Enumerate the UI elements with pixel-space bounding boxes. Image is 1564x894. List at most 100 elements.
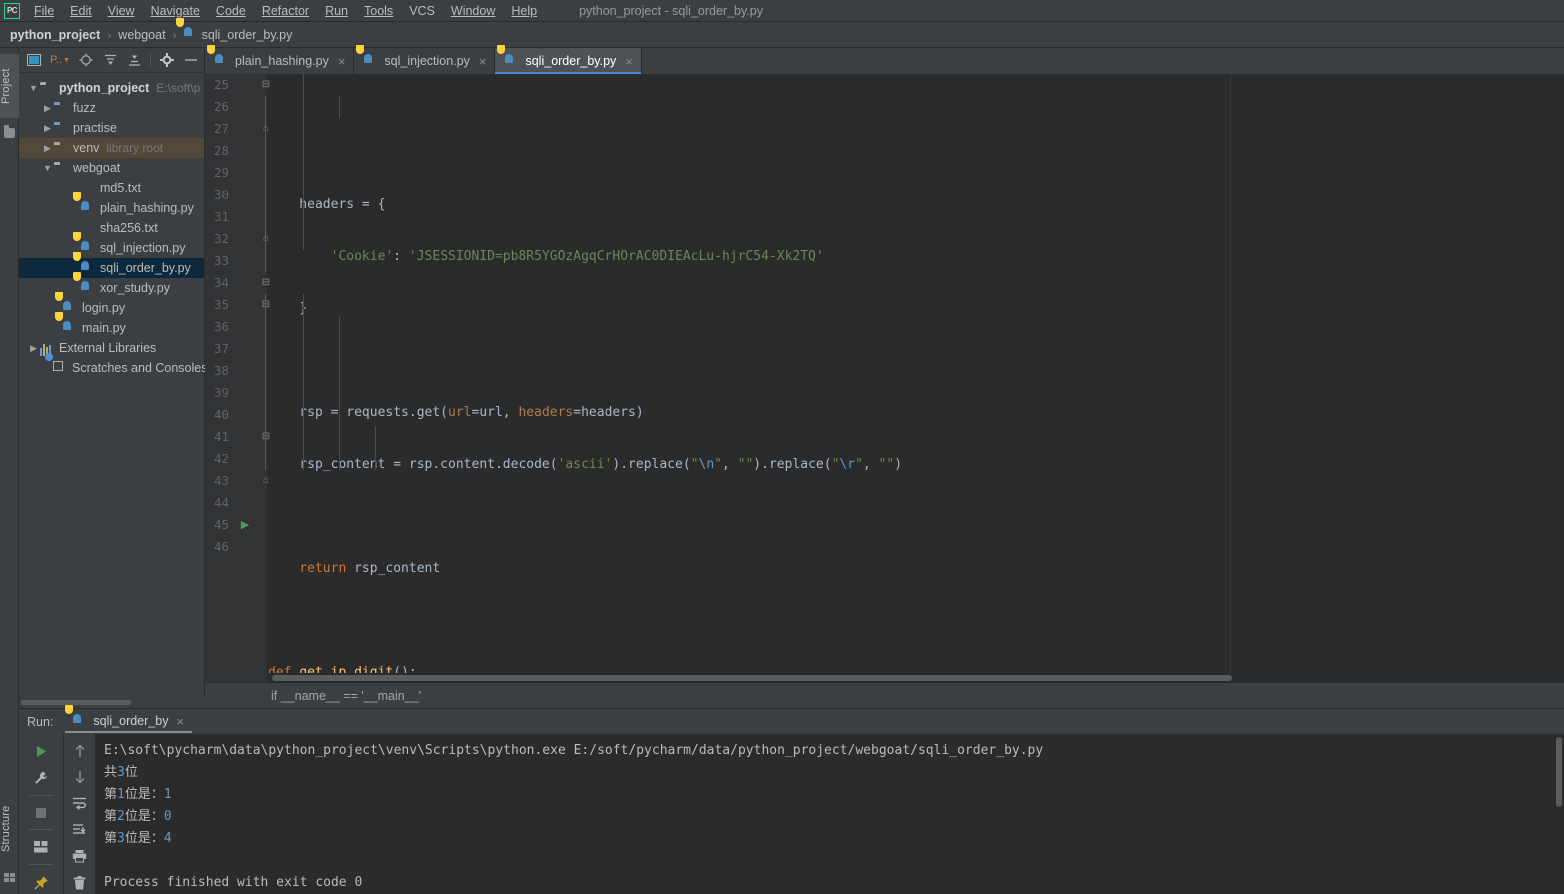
chevron-right-icon[interactable]: ▶ bbox=[41, 143, 54, 154]
tree-item-login-py[interactable]: login.py bbox=[19, 291, 204, 318]
console-line: 第3位是：4 bbox=[104, 831, 172, 846]
down-arrow-button[interactable] bbox=[67, 766, 93, 788]
tree-item-label: xor_study.py bbox=[100, 281, 170, 295]
close-icon[interactable]: × bbox=[338, 54, 346, 69]
breadcrumb-folder[interactable]: webgoat bbox=[118, 28, 165, 42]
line-number: 34 bbox=[213, 275, 229, 290]
tree-item-xor-study-py[interactable]: xor_study.py bbox=[19, 271, 204, 298]
stop-button[interactable] bbox=[28, 801, 54, 825]
code-text[interactable]: headers = { 'Cookie': 'JSESSIONID=pb8R5Y… bbox=[267, 74, 1564, 682]
console-vertical-scrollbar[interactable] bbox=[1554, 734, 1564, 894]
menu-tools[interactable]: Tools bbox=[356, 2, 401, 20]
menu-run[interactable]: Run bbox=[317, 2, 356, 20]
editor-tab-sql-injection[interactable]: sql_injection.py × bbox=[354, 44, 496, 74]
tree-item-plain-hashing-py[interactable]: plain_hashing.py bbox=[19, 191, 204, 218]
project-scope-label: P.. bbox=[50, 54, 63, 66]
tree-item-fuzz[interactable]: ▶ fuzz bbox=[19, 98, 204, 118]
tree-item-webgoat[interactable]: ▼ webgoat bbox=[19, 158, 204, 178]
tree-item-sqli-order-by-py[interactable]: sqli_order_by.py bbox=[19, 251, 204, 278]
close-icon[interactable]: × bbox=[479, 54, 487, 69]
menu-refactor[interactable]: Refactor bbox=[254, 2, 317, 20]
menu-code[interactable]: Code bbox=[208, 2, 254, 20]
code-line: } bbox=[268, 301, 308, 316]
line-number: 32 bbox=[213, 231, 229, 246]
editor-gutter[interactable]: 25 26 27 28 29 30 31 32 33 34 35 36 37 3… bbox=[205, 74, 270, 682]
tree-item-sha256-txt[interactable]: sha256.txt bbox=[19, 218, 204, 238]
python-file-icon bbox=[55, 291, 78, 316]
close-icon[interactable]: × bbox=[625, 54, 633, 69]
tree-item-md5-txt[interactable]: md5.txt bbox=[19, 178, 204, 198]
editor-horizontal-scrollbar[interactable] bbox=[267, 673, 1564, 682]
collapse-all-icon[interactable] bbox=[123, 50, 145, 70]
pin-tab-button[interactable] bbox=[28, 870, 54, 894]
edit-configurations-button[interactable] bbox=[28, 766, 54, 790]
menu-file[interactable]: File bbox=[26, 2, 62, 20]
line-number: 29 bbox=[213, 165, 229, 180]
tool-window-button-structure[interactable]: Structure bbox=[0, 793, 19, 865]
editor-tab-plain-hashing[interactable]: plain_hashing.py × bbox=[205, 44, 355, 74]
line-number: 42 bbox=[213, 451, 229, 466]
breadcrumb-file[interactable]: sqli_order_by.py bbox=[175, 18, 292, 42]
chevron-down-icon[interactable]: ▼ bbox=[27, 83, 40, 93]
locate-file-icon[interactable] bbox=[75, 50, 97, 70]
run-configuration-tab[interactable]: sqli_order_by × bbox=[65, 704, 192, 733]
restore-layout-button[interactable] bbox=[28, 835, 54, 859]
tree-item-python-project[interactable]: ▼ python_project E:\soft\p bbox=[19, 78, 204, 98]
editor-tab-sqli-order-by[interactable]: sqli_order_by.py × bbox=[495, 44, 642, 74]
expand-all-icon[interactable] bbox=[99, 50, 121, 70]
menu-view[interactable]: View bbox=[100, 2, 143, 20]
text-file-icon bbox=[81, 221, 96, 236]
console-line: E:\soft\pycharm\data\python_project\venv… bbox=[104, 743, 1044, 758]
menu-window[interactable]: Window bbox=[443, 2, 503, 20]
menu-view-label: View bbox=[107, 3, 135, 18]
pycharm-logo-icon: PC bbox=[4, 2, 20, 19]
chevron-right-icon[interactable]: ▶ bbox=[27, 343, 40, 354]
editor-breadcrumb-bar: if __name__ == '__main__' bbox=[205, 682, 1564, 708]
close-icon[interactable]: × bbox=[176, 714, 184, 729]
tree-item-practise[interactable]: ▶ practise bbox=[19, 118, 204, 138]
cookie-string: 'JSESSIONID=pb8R5YGOzAgqCrHOrAC0DIEAcLu-… bbox=[408, 249, 824, 264]
tree-item-venv[interactable]: ▶ venv library root bbox=[19, 138, 204, 158]
run-gutter-icon[interactable]: ▶ bbox=[238, 514, 252, 536]
chevron-right-icon[interactable]: ▶ bbox=[41, 103, 54, 114]
menu-refactor-label: Refactor bbox=[261, 3, 310, 18]
menu-navigate-label: Navigate bbox=[150, 3, 200, 18]
tool-window-button-project[interactable]: Project bbox=[0, 54, 19, 118]
print-button[interactable] bbox=[67, 845, 93, 867]
tree-item-sql-injection-py[interactable]: sql_injection.py bbox=[19, 231, 204, 258]
arrow-down-icon bbox=[75, 771, 84, 785]
run-console-output[interactable]: E:\soft\pycharm\data\python_project\venv… bbox=[96, 734, 1564, 894]
project-view-selector-icon[interactable] bbox=[23, 50, 45, 70]
project-toolbar: P.. ▼ bbox=[19, 48, 204, 73]
menu-help[interactable]: Help bbox=[503, 2, 545, 20]
fold-region-line bbox=[265, 96, 266, 272]
python-file-icon bbox=[73, 191, 96, 216]
project-horizontal-scrollbar[interactable] bbox=[19, 697, 205, 707]
clear-all-button[interactable] bbox=[67, 872, 93, 894]
menu-vcs[interactable]: VCS bbox=[401, 2, 443, 20]
up-arrow-button[interactable] bbox=[67, 740, 93, 762]
toolbar-divider bbox=[29, 864, 53, 866]
menu-edit[interactable]: Edit bbox=[62, 2, 100, 20]
chevron-right-icon[interactable]: ▶ bbox=[41, 123, 54, 134]
editor-breadcrumb-label[interactable]: if __name__ == '__main__' bbox=[271, 689, 421, 703]
settings-gear-icon[interactable] bbox=[156, 50, 178, 70]
line-number: 37 bbox=[213, 341, 229, 356]
breadcrumb-project[interactable]: python_project bbox=[10, 28, 100, 42]
menu-navigate[interactable]: Navigate bbox=[143, 2, 208, 20]
wrap-icon bbox=[73, 798, 86, 811]
scroll-to-end-button[interactable] bbox=[67, 819, 93, 841]
window-title: python_project - sqli_order_by.py bbox=[579, 3, 763, 18]
chevron-down-icon[interactable]: ▼ bbox=[41, 163, 54, 173]
tree-item-scratches-and-consoles[interactable]: Scratches and Consoles bbox=[19, 352, 208, 378]
tree-item-main-py[interactable]: main.py bbox=[19, 311, 204, 338]
tree-item-label: md5.txt bbox=[100, 181, 141, 195]
rerun-button[interactable] bbox=[28, 740, 54, 764]
code-editor[interactable]: 25 26 27 28 29 30 31 32 33 34 35 36 37 3… bbox=[205, 74, 1564, 682]
fold-region-line bbox=[265, 294, 266, 470]
code-line: return rsp_content bbox=[268, 561, 441, 576]
soft-wrap-button[interactable] bbox=[67, 793, 93, 815]
hide-panel-icon[interactable] bbox=[180, 50, 202, 70]
project-scope-dropdown[interactable]: P.. ▼ bbox=[47, 50, 73, 70]
